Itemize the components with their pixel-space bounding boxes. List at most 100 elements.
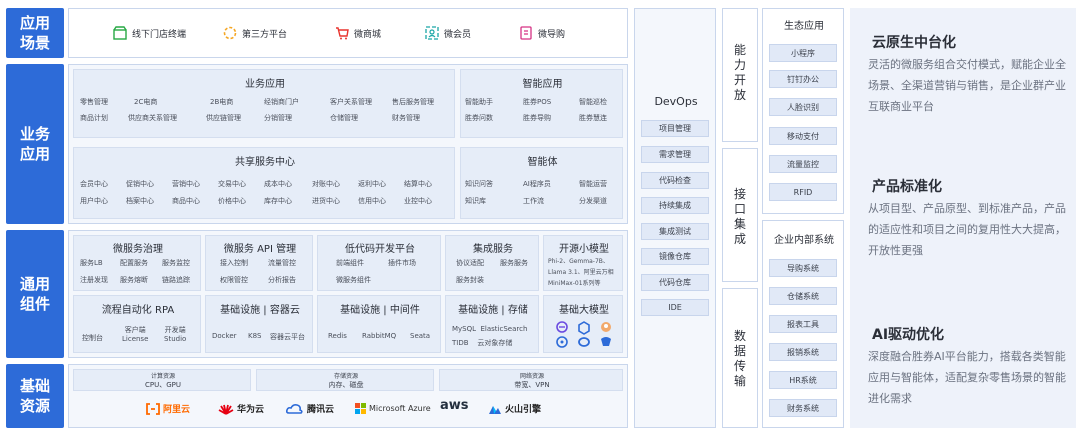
integration-label: 接口集成	[733, 187, 746, 246]
middleware-box: 基础设施 | 中间件 Redis RabbitMQ Seata	[317, 295, 441, 353]
devops-item: IDE	[641, 299, 709, 316]
box-item: 服务监控	[162, 259, 190, 267]
box-item: 配置服务	[120, 259, 148, 267]
smart-item: 胜券慧连	[579, 114, 607, 122]
box-item: 协议适配	[456, 259, 484, 267]
rpa-box: 流程自动化 RPA 控制台 客户端 License 开发端 Studio	[73, 295, 201, 353]
box-item: 微服务组件	[336, 276, 371, 284]
box-title: 流程自动化 RPA	[101, 305, 175, 316]
smart-item: 智能巡检	[579, 98, 607, 106]
common-label: 通用组件	[6, 230, 64, 358]
box-item: 链路追踪	[162, 276, 190, 284]
smart-item: 胜券导购	[523, 114, 551, 122]
shared-item: 成本中心	[264, 180, 292, 188]
storage-res-box: 存储资源 内存、磁盘	[256, 369, 434, 391]
open-label: 能力开放	[733, 43, 746, 102]
smart-item: 胜券问数	[465, 114, 493, 122]
internal-item: 报销系统	[769, 343, 837, 361]
box-item: MiniMax-01系列等	[548, 280, 601, 287]
resource-title: 计算资源	[150, 373, 175, 380]
smart-app-box: 智能应用 智能助手 胜券POS 智能巡检 胜券问数 胜券导购 胜券慧连	[460, 69, 623, 138]
box-item: 分析报告	[268, 276, 296, 284]
box-item: TIDB 云对象存储	[452, 339, 513, 347]
lowcode-box: 低代码开发平台 前端组件 插件市场 微服务组件	[317, 235, 441, 291]
biz-app-title: 业务应用	[245, 79, 285, 90]
feature-title: 云原生中台化	[872, 35, 956, 51]
shared-title: 共享服务中心	[235, 157, 295, 168]
box-title: 低代码开发平台	[345, 244, 415, 255]
internal-item: 报表工具	[769, 315, 837, 333]
resource-sub: 带宽、VPN	[514, 381, 550, 389]
shared-item: 对账中心	[312, 180, 340, 188]
internal-title: 企业内部系统	[774, 235, 834, 246]
box-title: 基础大模型	[559, 305, 609, 316]
box-item: 开发端 Studio	[164, 326, 187, 343]
box-item: 控制台	[82, 334, 103, 342]
biz-item: 2C电商	[134, 98, 158, 106]
shared-item: 用户中心	[80, 197, 108, 205]
smart-app-title: 智能应用	[522, 79, 563, 90]
shared-item: 交易中心	[218, 180, 246, 188]
internal-item: 财务系统	[769, 399, 837, 417]
scene-store: 线下门店终端	[113, 26, 186, 40]
box-item: 服务熔断	[120, 276, 148, 284]
box-item: Docker	[212, 332, 237, 340]
box-title: 基础设施 | 容器云	[220, 305, 300, 316]
shared-item: 促销中心	[126, 180, 154, 188]
model-logo-2-icon	[578, 321, 590, 335]
opensource-model-box: 开源小模型 Phi-2、Gemma-7B、 Llama 3.1、阿里云万相 Mi…	[543, 235, 623, 291]
biz-item: 分销管理	[264, 114, 292, 122]
model-logo-3-icon	[601, 322, 611, 332]
store-icon	[113, 26, 127, 40]
box-item: 客户端 License	[122, 326, 149, 343]
box-item: 服务服务	[500, 259, 528, 267]
shared-item: 会员中心	[80, 180, 108, 188]
biz-item: 商品计划	[80, 114, 108, 122]
resource-sub: CPU、GPU	[144, 381, 181, 389]
aws-icon: aws	[440, 398, 469, 413]
box-item: 服务LB	[80, 259, 103, 267]
microsoft-icon	[355, 403, 366, 414]
infra-label: 基础资源	[6, 364, 64, 428]
devops-item: 代码仓库	[641, 274, 709, 291]
agent-item: 分发渠道	[579, 197, 607, 205]
devops-item: 镜像仓库	[641, 248, 709, 265]
feature-desc: 深度融合胜券AI平台能力，搭载各类智能应用与智能体，适配复杂零售场景的智能进化需…	[868, 350, 1066, 405]
model-logos-icon	[556, 321, 611, 348]
box-item: Seata	[410, 332, 431, 340]
devops-item: 持续集成	[641, 197, 709, 214]
tencent-icon	[286, 403, 303, 414]
microservice-gov-box: 微服务治理 服务LB 配置服务 服务监控 注册发现 服务熔断 链路追踪	[73, 235, 201, 291]
biz-app-box: 业务应用 零售管理 2C电商 2B电商 经销商门户 客户关系管理 售后服务管理 …	[73, 69, 455, 138]
box-item: 服务封装	[456, 276, 484, 284]
box-item: 权限管控	[220, 276, 248, 284]
shared-item: 结算中心	[404, 180, 432, 188]
transfer-label: 数据传输	[733, 329, 746, 388]
box-item: Llama 3.1、阿里云万相	[548, 269, 614, 276]
devops-panel: DevOps	[634, 8, 716, 428]
feature-title: 产品标准化	[872, 179, 942, 195]
smart-item: 智能助手	[465, 98, 493, 106]
cart-icon	[336, 27, 349, 40]
shared-item: 档案中心	[126, 197, 154, 205]
box-item: 注册发现	[80, 276, 108, 284]
devops-title: DevOps	[654, 95, 698, 108]
api-mgmt-box: 微服务 API 管理 接入控制 流量管控 权限管控 分析报告	[205, 235, 313, 291]
eco-item: RFID	[769, 183, 837, 201]
agent-item: 工作流	[523, 197, 544, 205]
biz-item: 经销商门户	[264, 98, 299, 106]
aliyun-icon	[146, 402, 160, 415]
storage-box: 基础设施 | 存储 MySQL ElasticSearch TIDB 云对象存储	[445, 295, 539, 353]
transfer-box: 数据传输	[722, 288, 758, 428]
base-model-box: 基础大模型	[543, 295, 623, 353]
shared-item: 商品中心	[172, 197, 200, 205]
feature-desc: 从项目型、产品原型、到标准产品，产品的适应性和项目之间的复用性大大提高，开放性更…	[868, 202, 1066, 257]
scene-member: 微会员	[425, 26, 471, 40]
box-item: K8S	[248, 332, 262, 340]
box-item: 插件市场	[388, 259, 416, 267]
biz-item: 2B电商	[210, 98, 234, 106]
shared-item: 营销中心	[172, 180, 200, 188]
feature-title: AI驱动优化	[872, 327, 945, 343]
box-item: 流量管控	[268, 259, 296, 267]
container-box: 基础设施 | 容器云 Docker K8S 容器云平台	[205, 295, 313, 353]
